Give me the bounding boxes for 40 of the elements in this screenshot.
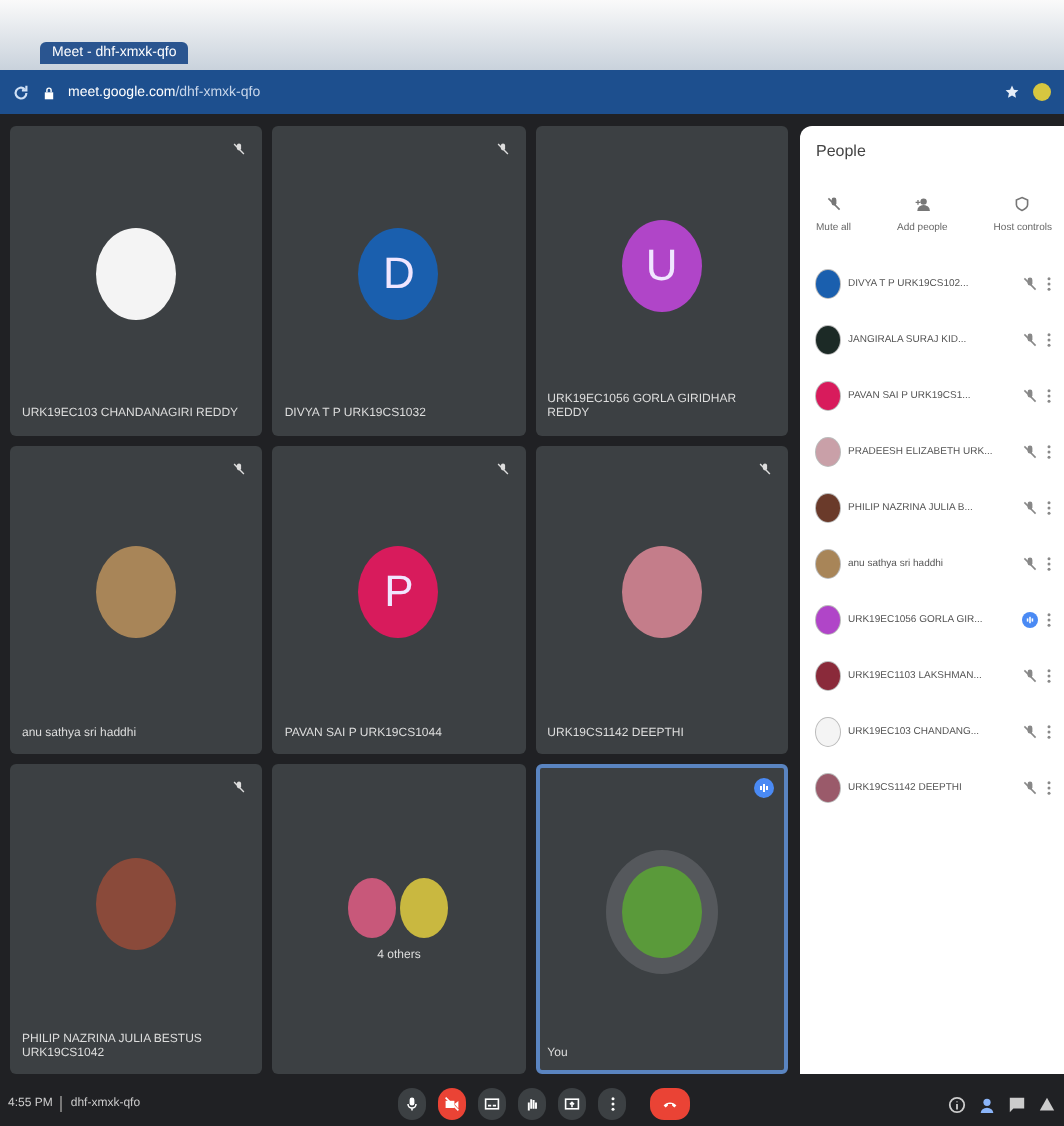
more-options-icon[interactable] [1046, 500, 1052, 516]
reload-icon[interactable] [12, 83, 30, 101]
people-icon[interactable] [978, 1095, 997, 1113]
more-options-button[interactable] [598, 1088, 627, 1120]
chat-icon[interactable] [1008, 1095, 1027, 1113]
more-options-icon[interactable] [1046, 780, 1052, 796]
present-button[interactable] [558, 1088, 587, 1120]
star-icon[interactable] [1004, 84, 1020, 100]
avatar-letter: P [358, 546, 439, 639]
activities-icon[interactable] [1038, 1095, 1057, 1113]
camera-icon [444, 1096, 461, 1112]
more-options-icon[interactable] [1046, 724, 1052, 740]
leave-call-button[interactable] [650, 1088, 691, 1120]
more-options-icon[interactable] [1046, 276, 1052, 292]
microphone-button[interactable] [398, 1088, 427, 1120]
add-person-icon [914, 196, 931, 212]
profile-icon[interactable] [1032, 82, 1052, 102]
panel-title: People [816, 142, 868, 160]
mic-off-icon [825, 196, 842, 212]
microphone-icon [404, 1096, 421, 1112]
speaking-indicator-icon [754, 778, 774, 799]
captions-icon [484, 1096, 501, 1112]
camera-button[interactable] [438, 1088, 467, 1120]
raise-hand-button[interactable] [518, 1088, 547, 1120]
more-options-icon[interactable] [1046, 388, 1052, 404]
more-options-icon[interactable] [1046, 556, 1052, 572]
more-options-icon[interactable] [1046, 332, 1052, 348]
more-options-icon[interactable] [1046, 612, 1052, 628]
present-screen-icon [564, 1096, 581, 1112]
info-icon[interactable] [948, 1095, 967, 1113]
lock-icon [42, 85, 56, 99]
more-options-icon [609, 1096, 616, 1112]
more-options-icon[interactable] [1046, 444, 1052, 460]
avatar-circle [348, 877, 397, 938]
hand-icon [524, 1096, 541, 1112]
more-options-icon[interactable] [1046, 668, 1052, 684]
captions-button[interactable] [478, 1088, 507, 1120]
shield-icon [1014, 196, 1031, 212]
avatar-letter: D [358, 227, 439, 320]
avatar-letter: U [621, 220, 702, 313]
